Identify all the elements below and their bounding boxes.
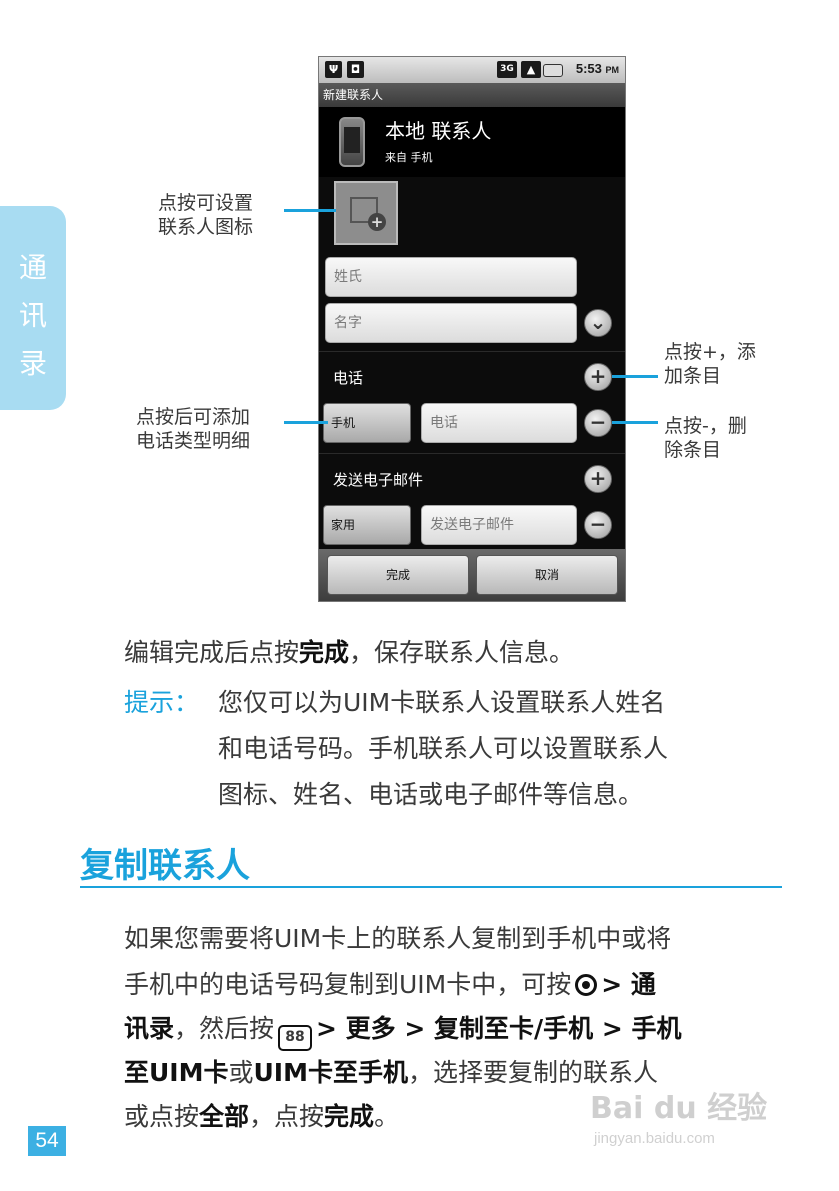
callout-add: 点按+，添 加条目 xyxy=(664,340,756,388)
contact-form: + 姓氏 名字 ⌄ 电话 + 手机 电话 − 发送电子邮件 + 家用 发送电子邮… xyxy=(319,177,625,549)
email-field[interactable]: 发送电子邮件 xyxy=(421,505,577,545)
tip-line: 图标、姓名、电话或电子邮件等信息。 xyxy=(218,780,644,809)
tip-line: 和电话号码。手机联系人可以设置联系人 xyxy=(218,734,669,763)
page-number: 54 xyxy=(28,1126,66,1156)
callout-connector xyxy=(612,375,658,378)
network-3g-icon: 3G xyxy=(497,61,517,78)
add-phone-button[interactable]: + xyxy=(584,363,612,391)
callout-type: 点按后可添加 电话类型明细 xyxy=(136,405,250,453)
screen-title: 新建联系人 xyxy=(319,83,625,107)
callout-connector xyxy=(284,209,336,212)
callout-line-text: 除条目 xyxy=(664,439,722,461)
copy-line: 讯录，然后按 88 > 更多 > 复制至卡/手机 > 手机 xyxy=(124,1012,682,1051)
watermark-logo: Bai du 经验 xyxy=(590,1091,768,1126)
callout-line-text: 联系人图标 xyxy=(158,216,254,238)
add-photo-icon: + xyxy=(368,213,386,231)
phone-device-icon xyxy=(339,117,365,167)
remove-phone-button[interactable]: − xyxy=(584,409,612,437)
side-tab-char: 讯 xyxy=(18,299,47,332)
copy-line: 如果您需要将UIM卡上的联系人复制到手机中或将 xyxy=(124,924,672,953)
tip-label: 提示： xyxy=(124,688,200,717)
callout-connector xyxy=(612,421,658,424)
callout-line-text: 点按可设置 xyxy=(158,192,254,214)
side-tab-char: 录 xyxy=(18,347,47,380)
account-subtitle: 来自 手机 xyxy=(385,151,433,164)
side-tab-char: 通 xyxy=(18,251,47,284)
watermark-url: jingyan.baidu.com xyxy=(594,1130,715,1147)
section-heading: 复制联系人 xyxy=(80,846,250,886)
given-name-field[interactable]: 名字 xyxy=(325,303,577,343)
email-section-label: 发送电子邮件 xyxy=(333,471,424,489)
home-key-icon xyxy=(575,974,598,996)
surname-field[interactable]: 姓氏 xyxy=(325,257,577,297)
copy-line: 至UIM卡或UIM卡至手机，选择要复制的联系人 xyxy=(124,1058,658,1087)
chapter-side-tab: 通 讯 录 xyxy=(0,206,66,410)
remove-email-button[interactable]: − xyxy=(584,511,612,539)
callout-connector xyxy=(284,421,328,424)
bottom-button-bar: 完成 取消 xyxy=(319,549,625,601)
phone-screenshot: Ψ ◘ 3G ▲ 5:53 PM 新建联系人 本地 联系人 来自 手机 + 姓氏… xyxy=(318,56,626,602)
done-button[interactable]: 完成 xyxy=(327,555,469,595)
callout-line-text: 点按后可添加 xyxy=(136,406,251,428)
divider xyxy=(319,351,625,352)
status-bar: Ψ ◘ 3G ▲ 5:53 PM xyxy=(319,57,625,83)
account-header: 本地 联系人 来自 手机 xyxy=(319,107,625,177)
callout-line-text: 点按+，添 xyxy=(664,341,756,363)
battery-icon xyxy=(543,64,563,77)
instruction-line: 编辑完成后点按完成，保存联系人信息。 xyxy=(124,638,575,667)
phone-type-button[interactable]: 手机 xyxy=(323,403,411,443)
callout-photo: 点按可设置 联系人图标 xyxy=(158,191,253,239)
android-debug-icon: ◘ xyxy=(347,61,364,78)
phone-number-field[interactable]: 电话 xyxy=(421,403,577,443)
callout-line-text: 电话类型明细 xyxy=(136,430,251,452)
menu-key-icon: 88 xyxy=(278,1025,313,1051)
expand-name-button[interactable]: ⌄ xyxy=(584,309,612,337)
callout-line-text: 点按-，删 xyxy=(664,415,747,437)
cancel-button[interactable]: 取消 xyxy=(476,555,618,595)
callout-line-text: 加条目 xyxy=(664,365,722,387)
signal-icon: ▲ xyxy=(521,61,541,78)
copy-line: 手机中的电话号码复制到UIM卡中，可按 > 通 xyxy=(124,970,656,999)
usb-icon: Ψ xyxy=(325,61,342,78)
phone-section-label: 电话 xyxy=(333,369,364,387)
status-clock: 5:53 PM xyxy=(575,61,619,76)
contact-photo-button[interactable]: + xyxy=(334,181,398,245)
account-title: 本地 联系人 xyxy=(385,119,492,143)
callout-remove: 点按-，删 除条目 xyxy=(664,414,747,462)
add-email-button[interactable]: + xyxy=(584,465,612,493)
heading-rule xyxy=(80,886,782,888)
copy-line: 或点按全部，点按完成。 xyxy=(124,1102,400,1131)
email-type-button[interactable]: 家用 xyxy=(323,505,411,545)
divider xyxy=(319,453,625,454)
tip-line: 您仅可以为UIM卡联系人设置联系人姓名 xyxy=(218,688,666,717)
